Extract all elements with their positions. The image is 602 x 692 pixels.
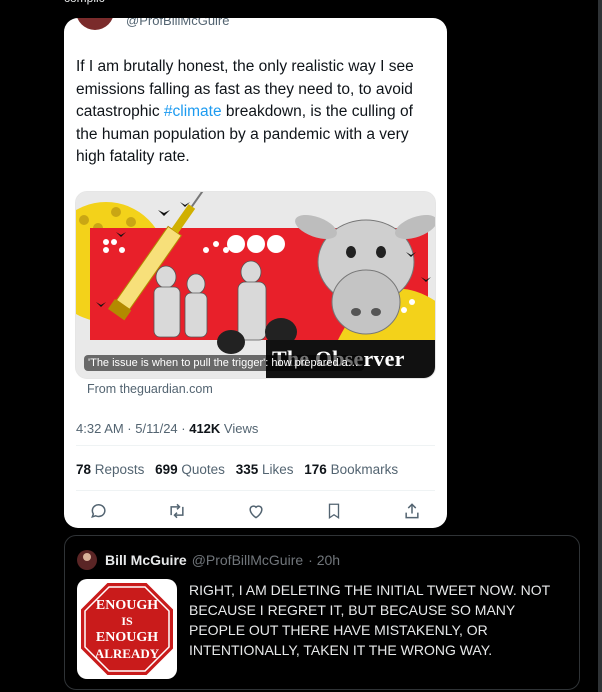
quotes-label: Quotes [181,462,225,477]
tweet-header: @ProfBillMcGuire [76,18,230,30]
sign-line: ENOUGH [96,630,158,645]
reposts-count: 78 [76,462,92,477]
reply-author-name[interactable]: Bill McGuire [105,552,187,568]
hashtag-link[interactable]: #climate [164,103,222,120]
stop-sign-image: ENOUGH IS ENOUGH ALREADY [79,581,175,677]
views-count: 412K [189,421,221,436]
views-label: Views [220,421,259,436]
avatar[interactable] [76,18,114,30]
action-bar [88,498,423,524]
divider [76,445,435,446]
divider [76,490,435,491]
tweet-text: If I am brutally honest, the only realis… [76,56,436,169]
bookmarks-count: 176 [304,462,327,477]
reposts-label: Reposts [94,462,145,477]
reply-author-handle[interactable]: @ProfBillMcGuire [192,552,303,568]
reposts-stat[interactable]: 78 Reposts [76,462,144,477]
likes-stat[interactable]: 335 Likes [236,462,294,477]
scrollbar[interactable] [598,0,602,692]
avatar[interactable] [77,550,97,570]
share-icon[interactable] [401,500,423,522]
reply-timestamp[interactable]: · 20h [308,552,340,568]
reply-tweet[interactable]: Bill McGuire @ProfBillMcGuire · 20h ENOU… [64,535,580,690]
bookmarks-stat[interactable]: 176 Bookmarks [304,462,398,477]
previous-text-cut: complic [64,0,105,5]
like-icon[interactable] [245,500,267,522]
tweet-timestamp[interactable]: 4:32 AM · 5/11/24 · [76,421,189,436]
bookmarks-label: Bookmarks [330,462,399,477]
likes-label: Likes [261,462,294,477]
retweet-icon[interactable] [166,500,188,522]
reply-icon[interactable] [88,500,110,522]
reply-image[interactable]: ENOUGH IS ENOUGH ALREADY [77,579,177,679]
bookmark-icon[interactable] [323,500,345,522]
engagement-stats: 78 Reposts 699 Quotes 335 Likes 176 Book… [76,462,398,477]
link-card-image[interactable]: The Observer 'The issue is when to pull … [75,191,436,379]
sign-line: ALREADY [95,646,160,661]
sign-line: ENOUGH [96,598,158,613]
link-source[interactable]: From theguardian.com [87,382,213,396]
quotes-stat[interactable]: 699 Quotes [155,462,225,477]
sign-line: IS [121,614,133,628]
link-card-caption[interactable]: 'The issue is when to pull the trigger':… [84,355,364,371]
quotes-count: 699 [155,462,178,477]
tweet-card[interactable]: @ProfBillMcGuire If I am brutally honest… [64,18,447,528]
likes-count: 335 [235,462,259,477]
reply-text: RIGHT, I AM DELETING THE INITIAL TWEET N… [189,582,550,658]
tweet-handle[interactable]: @ProfBillMcGuire [126,18,230,28]
reply-header: Bill McGuire @ProfBillMcGuire · 20h [77,550,340,570]
tweet-meta: 4:32 AM · 5/11/24 · 412K Views [76,421,258,436]
